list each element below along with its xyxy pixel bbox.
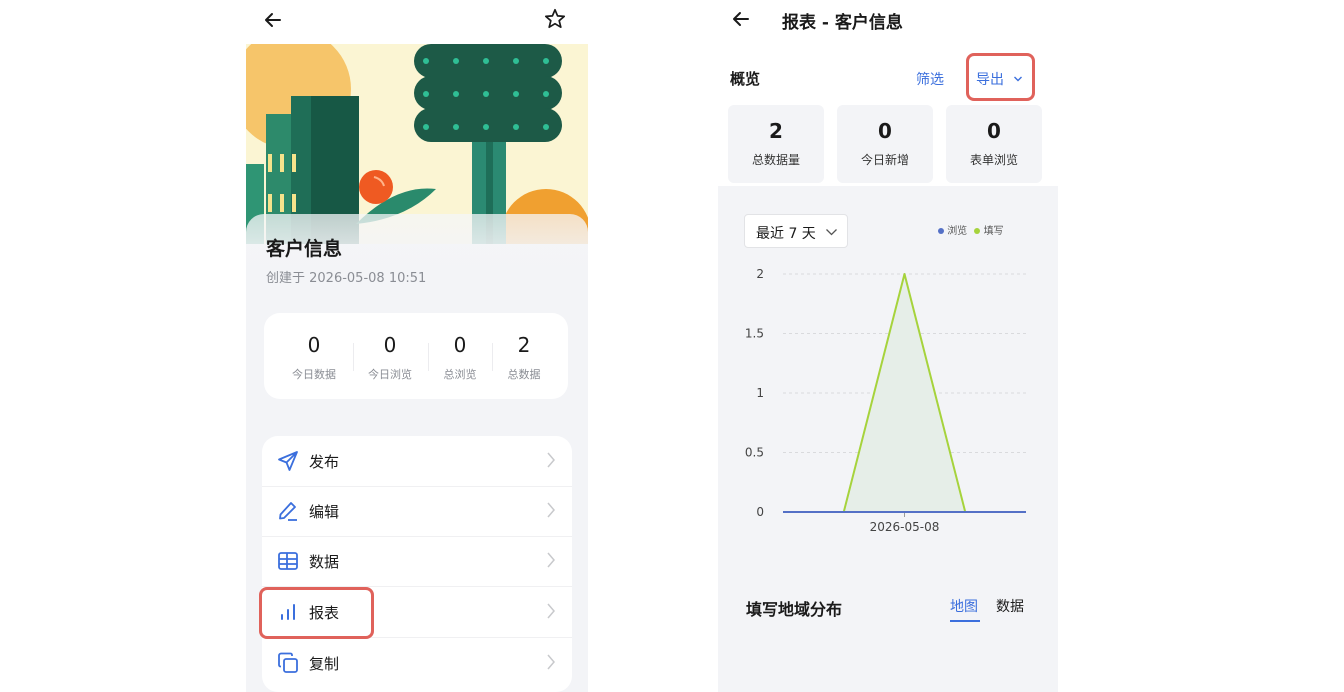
highlight-report-item xyxy=(259,587,374,639)
stats-summary: 0 今日数据 0 今日浏览 0 总浏览 2 总数据 xyxy=(264,313,568,399)
filter-button[interactable]: 筛选 xyxy=(916,69,944,89)
chevron-right-icon xyxy=(547,502,555,518)
menu-item-label: 发布 xyxy=(309,453,340,471)
overview-total: 2 总数据量 xyxy=(728,105,824,183)
stat-today-views: 0 今日浏览 xyxy=(354,313,426,399)
tab-data[interactable]: 数据 xyxy=(996,596,1024,616)
pen-icon xyxy=(279,502,297,521)
stat-label: 总浏览 xyxy=(443,368,477,381)
y-tick-label: 1.5 xyxy=(745,327,764,341)
star-favorite-icon[interactable] xyxy=(543,7,567,31)
overview-value: 0 xyxy=(878,119,892,143)
copy-icon xyxy=(278,652,298,673)
tab-indicator xyxy=(950,620,980,622)
overview-form-views: 0 表单浏览 xyxy=(946,105,1042,183)
top-bar xyxy=(246,0,588,44)
send-icon xyxy=(278,451,298,471)
table-icon xyxy=(278,552,298,570)
overview-label-text: 今日新增 xyxy=(860,153,909,167)
y-tick-label: 1 xyxy=(756,386,764,400)
line-chart: 2 1.5 1 0.5 0 2026-05-08 xyxy=(745,267,1026,534)
region-distribution-card: 填写地域分布 地图 数据 xyxy=(728,578,1042,692)
back-arrow-icon[interactable] xyxy=(262,9,284,31)
stat-value: 0 xyxy=(307,333,321,357)
stat-value: 0 xyxy=(453,333,467,357)
overview-value: 0 xyxy=(987,119,1001,143)
menu-item-publish[interactable]: 发布 xyxy=(262,436,572,487)
x-tick-label: 2026-05-08 xyxy=(870,520,940,534)
menu-item-data[interactable]: 数据 xyxy=(262,536,572,587)
stat-value: 0 xyxy=(383,333,397,357)
back-arrow-icon[interactable] xyxy=(730,8,752,30)
action-menu: 发布 编辑 数据 报表 复制 xyxy=(262,436,572,692)
chevron-right-icon xyxy=(547,552,555,568)
region-title: 填写地域分布 xyxy=(746,600,843,619)
stat-label: 总数据 xyxy=(507,368,541,381)
created-time: 创建于 2026-05-08 10:51 xyxy=(266,271,427,286)
stat-total-data: 2 总数据 xyxy=(488,313,560,399)
form-title: 客户信息 xyxy=(266,238,343,260)
overview-label-text: 总数据量 xyxy=(751,153,800,167)
menu-item-label: 数据 xyxy=(309,553,340,571)
stat-value: 2 xyxy=(517,333,531,357)
highlight-export xyxy=(966,53,1035,101)
stat-total-views: 0 总浏览 xyxy=(424,313,496,399)
menu-item-label: 编辑 xyxy=(309,503,340,521)
menu-item-label: 复制 xyxy=(309,655,340,673)
y-tick-label: 2 xyxy=(756,267,764,281)
chevron-right-icon xyxy=(547,452,555,468)
overview-today-new: 0 今日新增 xyxy=(837,105,933,183)
overview-label-text: 表单浏览 xyxy=(969,153,1018,167)
form-info-card: 客户信息 创建于 2026-05-08 10:51 xyxy=(246,214,588,304)
page-title: 报表 - 客户信息 xyxy=(782,13,903,33)
stat-label: 今日浏览 xyxy=(368,368,412,381)
report-screen: 报表 - 客户信息 概览 筛选 导出 2 总数据量 0 今日新增 0 表单浏览 … xyxy=(718,0,1058,692)
menu-item-copy[interactable]: 复制 xyxy=(262,638,572,688)
overview-value: 2 xyxy=(769,119,783,143)
overview-label: 概览 xyxy=(730,70,761,88)
chevron-right-icon xyxy=(547,603,555,619)
trend-chart-card: 最近 7 天 浏览 填写 2 1.5 1 0.5 0 2026-05-08 xyxy=(728,198,1042,564)
y-tick-label: 0 xyxy=(756,505,764,519)
tab-map[interactable]: 地图 xyxy=(950,596,978,616)
chevron-right-icon xyxy=(547,654,555,670)
y-tick-label: 0.5 xyxy=(745,446,764,460)
menu-item-edit[interactable]: 编辑 xyxy=(262,486,572,537)
stat-label: 今日数据 xyxy=(292,368,336,381)
stat-today-data: 0 今日数据 xyxy=(278,313,350,399)
